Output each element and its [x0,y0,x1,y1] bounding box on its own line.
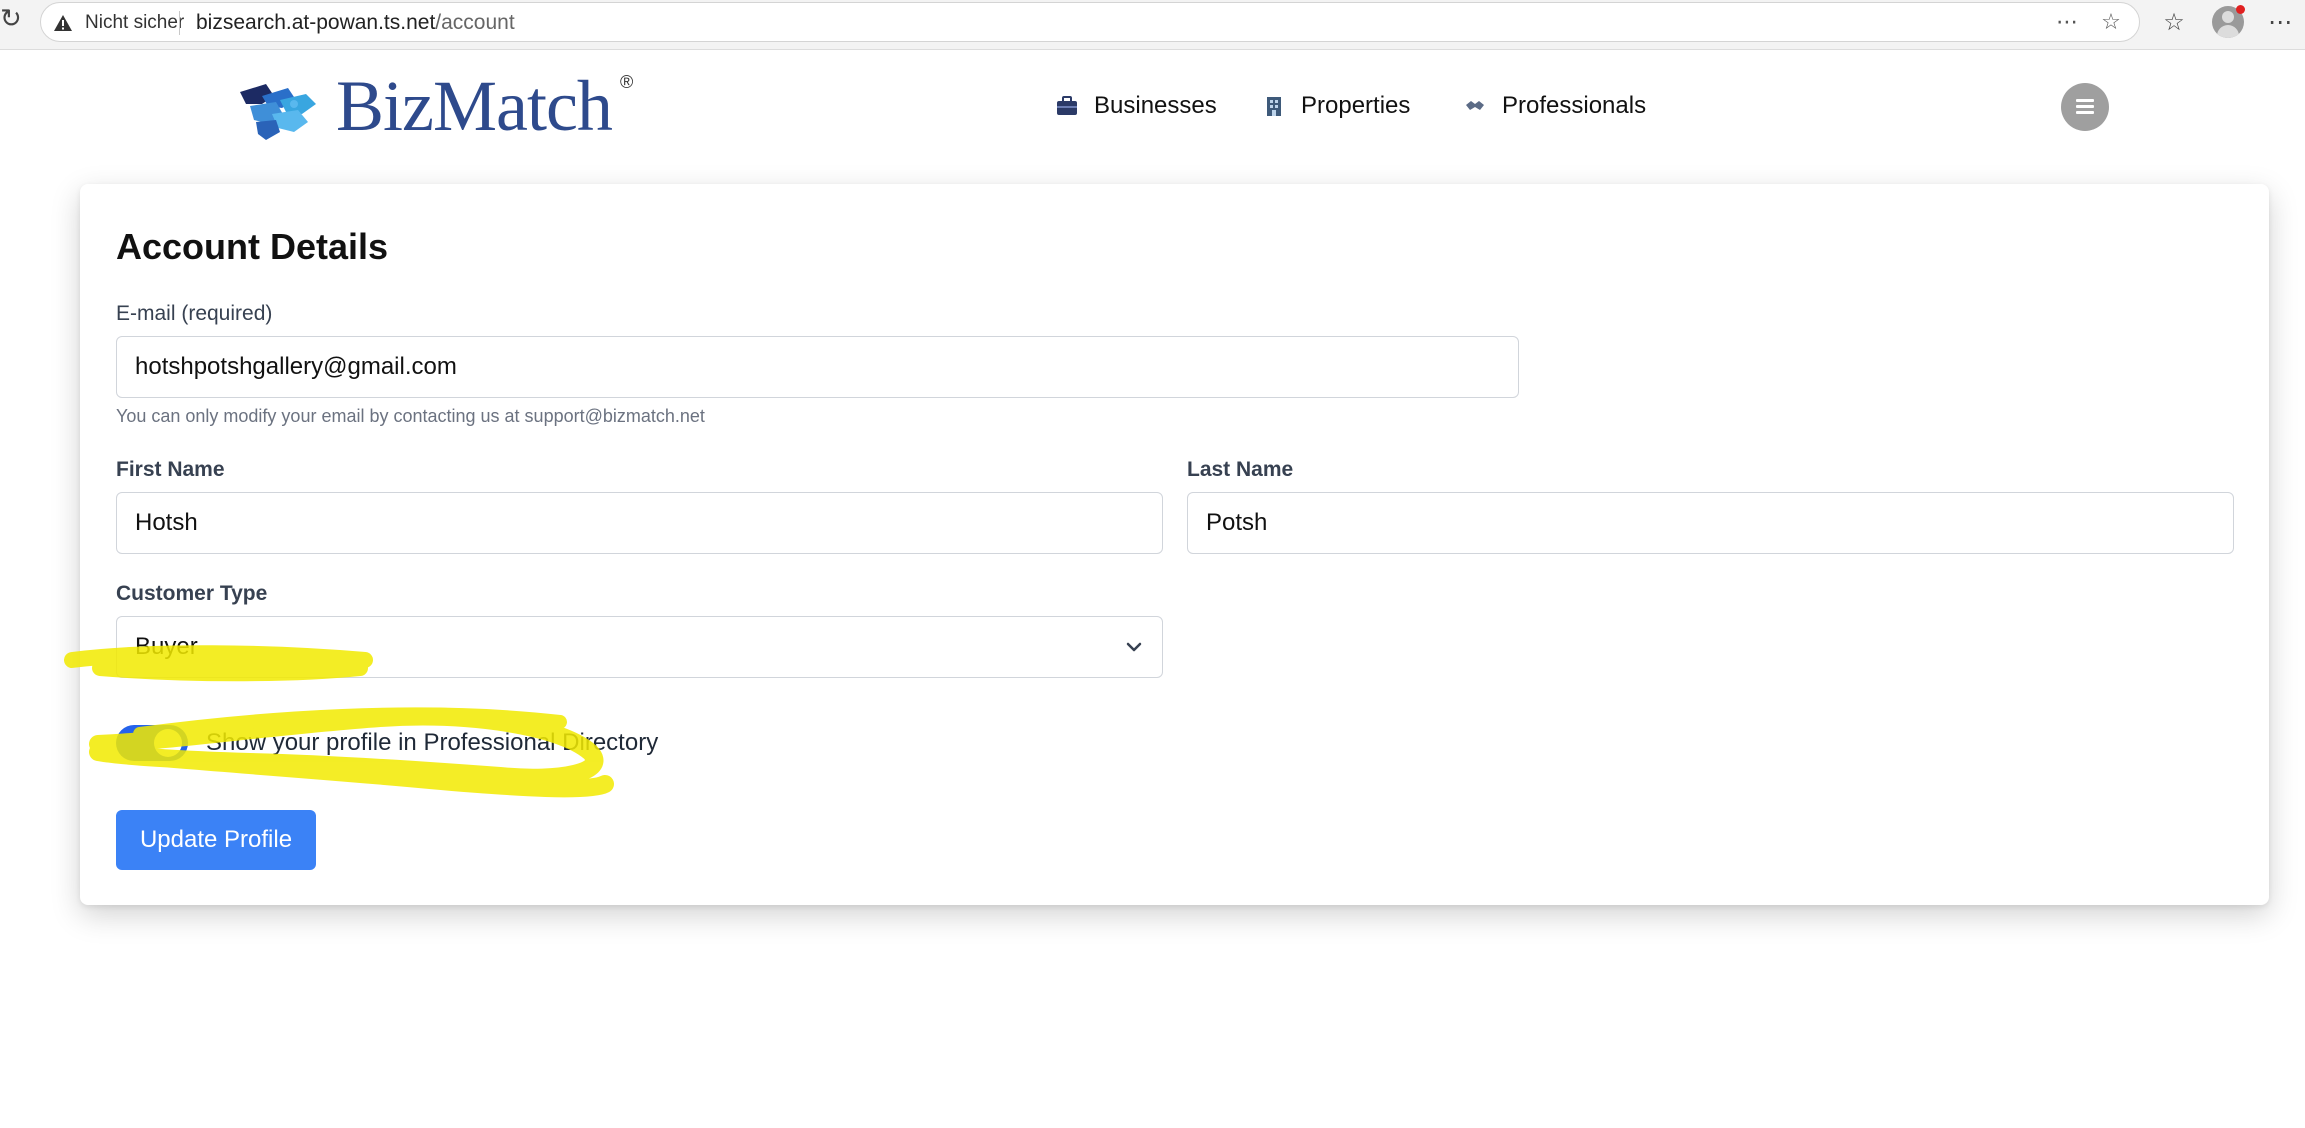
url-path: /account [435,11,515,34]
menu-line [2076,111,2094,114]
registered-mark: ® [620,72,634,92]
menu-line [2076,105,2094,108]
first-name-field[interactable]: Hotsh [116,492,1163,554]
address-separator [179,11,180,35]
address-bar[interactable]: Nicht sicher bizsearch.at-powan.ts.net/a… [40,2,2140,42]
last-name-field[interactable]: Potsh [1187,492,2234,554]
reload-icon[interactable]: ↻ [0,6,22,32]
customer-type-select[interactable]: Buyer [116,616,1163,678]
directory-toggle-label: Show your profile in Professional Direct… [206,729,659,756]
menu-line [2076,99,2094,102]
last-name-label: Last Name [1187,458,1294,481]
chevron-down-icon [1126,642,1142,652]
email-help-text: You can only modify your email by contac… [116,406,705,426]
update-profile-button[interactable]: Update Profile [116,810,316,870]
email-field[interactable]: hotshpotshgallery@gmail.com [116,336,1519,398]
notification-dot [2236,5,2245,14]
nav-professionals[interactable]: Professionals [1464,88,1646,124]
customer-type-value: Buyer [135,633,198,660]
logo-wordmark: BizMatch [336,66,613,146]
building-icon [1267,97,1281,116]
url-text[interactable]: bizsearch.at-powan.ts.net/account [196,11,515,35]
email-label: E-mail (required) [116,302,273,325]
nav-professionals-label: Professionals [1502,92,1647,119]
nav-businesses-label: Businesses [1094,92,1217,119]
toggle-knob [154,729,182,757]
security-status[interactable]: Nicht sicher [85,12,184,34]
puzzle-logo-icon [240,84,316,140]
bizmatch-logo[interactable]: BizMatch ® [236,66,636,146]
nav-businesses[interactable]: Businesses [1056,88,1217,124]
nav-properties-label: Properties [1301,92,1411,119]
nav-properties[interactable]: Properties [1263,88,1410,124]
warning-icon [54,15,72,31]
hamburger-menu-icon[interactable] [2061,83,2109,131]
star-favorite-icon[interactable]: ☆ [2097,9,2125,37]
browser-toolbar: ↻ Nicht sicher bizsearch.at-powan.ts.net… [0,0,2305,50]
account-details-card: Account Details E-mail (required) hotshp… [80,184,2269,905]
url-host: bizsearch.at-powan.ts.net [196,11,436,34]
favorites-list-icon[interactable]: ☆ [2158,6,2190,38]
customer-type-label: Customer Type [116,582,268,605]
directory-toggle[interactable] [116,725,188,761]
briefcase-icon [1057,96,1077,115]
handshake-icon [1466,101,1484,110]
more-menu-icon[interactable]: ⋯ [2264,6,2296,38]
page-title: Account Details [116,226,389,267]
first-name-label: First Name [116,458,225,481]
more-options-circle-icon[interactable]: ⋯ [2053,9,2081,37]
